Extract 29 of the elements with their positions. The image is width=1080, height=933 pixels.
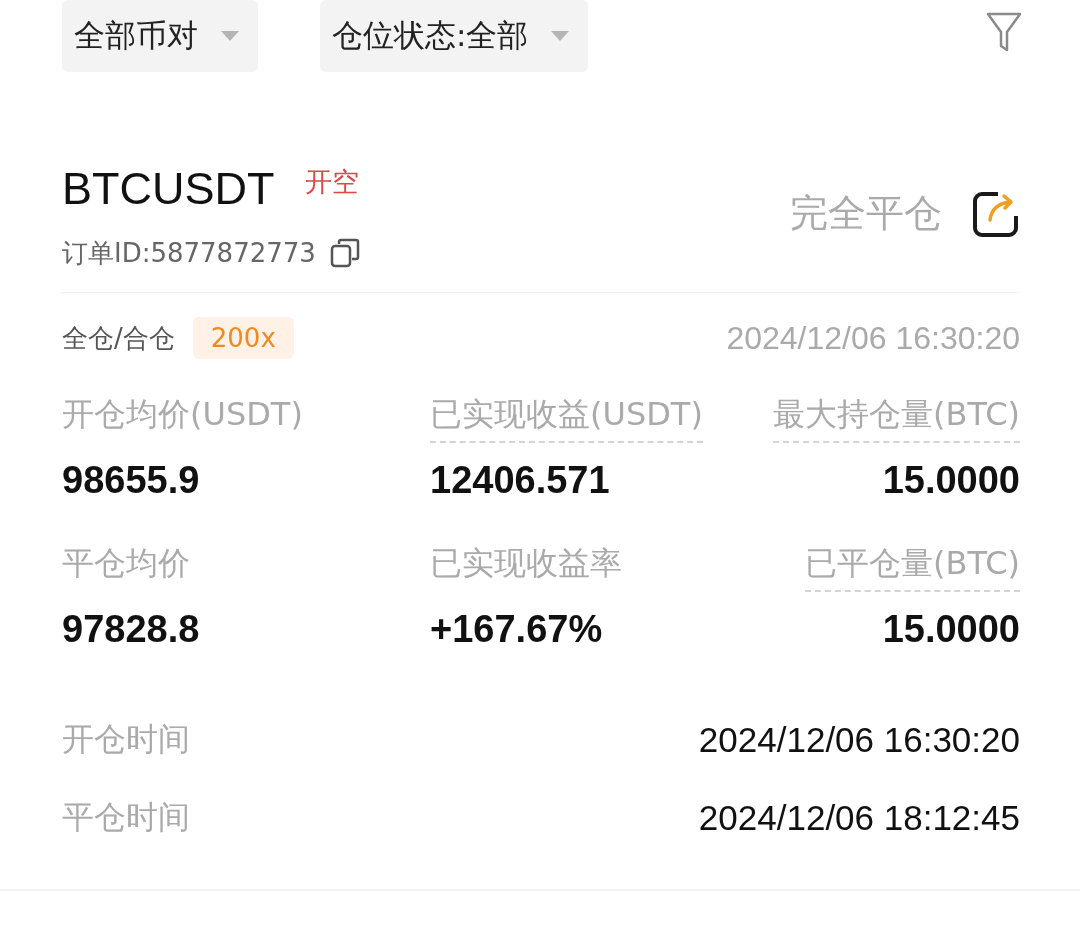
stat-value: 12406.571	[430, 459, 610, 502]
stat-label: 最大持仓量(BTC)	[773, 393, 1020, 443]
order-id: 订单ID:5877872773	[62, 236, 316, 270]
stat-label: 已实现收益率	[430, 543, 622, 584]
copy-icon[interactable]	[329, 238, 360, 268]
time-label: 开仓时间	[62, 719, 190, 760]
time-value: 2024/12/06 16:30:20	[698, 720, 1020, 760]
stat-label: 开仓均价(USDT)	[62, 394, 303, 435]
caret-icon	[220, 30, 240, 42]
stat-value: 15.0000	[882, 459, 1020, 502]
filter-icon[interactable]	[986, 12, 1022, 52]
time-label: 平仓时间	[62, 797, 190, 838]
stat-value: +167.67%	[430, 608, 603, 651]
open-time: 2024/12/06 16:30:20	[726, 319, 1020, 357]
stat-label: 已实现收益(USDT)	[430, 393, 703, 443]
stat-value: 15.0000	[882, 608, 1020, 651]
share-icon[interactable]	[972, 189, 1020, 238]
stat-label: 平仓均价	[62, 543, 190, 584]
symbol-title: BTCUSDT	[62, 162, 275, 216]
stat-label: 已平仓量(BTC)	[805, 542, 1020, 592]
leverage-badge: 200x	[192, 317, 294, 359]
side-label: 开空	[304, 165, 359, 199]
stat-value: 98655.9	[62, 459, 200, 502]
time-value: 2024/12/06 18:12:45	[698, 798, 1020, 838]
margin-mode: 全仓/合仓	[62, 321, 175, 355]
filter-dropdown[interactable]: 仓位状态:全部	[320, 0, 589, 72]
filter-dropdown[interactable]: 全部币对	[62, 0, 258, 72]
stat-value: 97828.8	[62, 608, 200, 651]
caret-icon	[550, 30, 571, 42]
